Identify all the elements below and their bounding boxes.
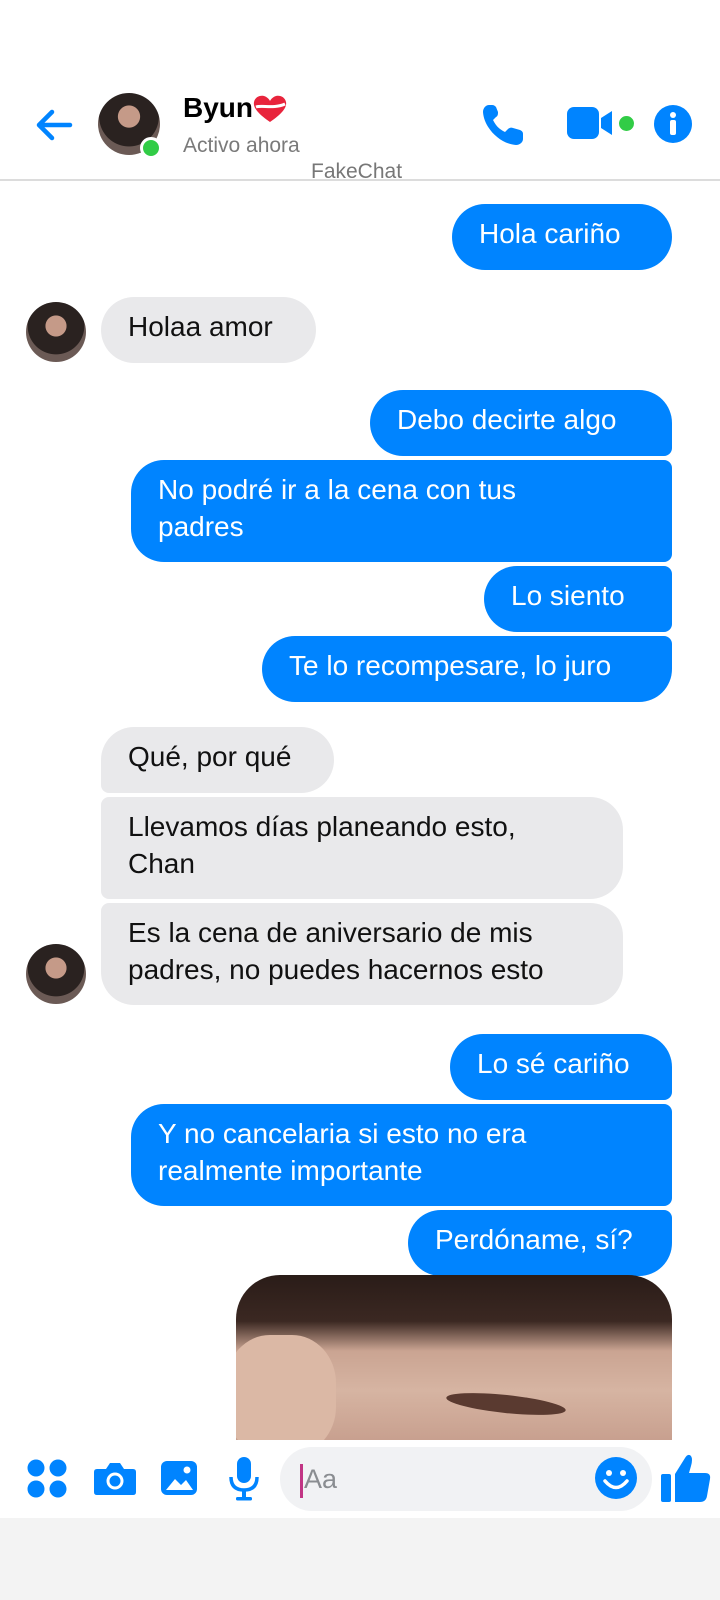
message-bubble-outgoing[interactable]: Y no cancelaria si esto no era realmente…	[131, 1104, 672, 1206]
text-caret	[300, 1463, 303, 1498]
message-bubble-outgoing[interactable]: Perdóname, sí?	[408, 1210, 672, 1276]
message-input-placeholder: Aa	[304, 1464, 338, 1494]
message-bubble-incoming[interactable]: Qué, por qué	[101, 727, 334, 793]
info-icon[interactable]	[653, 104, 693, 144]
video-call-icon[interactable]	[566, 106, 616, 140]
message-bubble-outgoing[interactable]: Lo siento	[484, 566, 672, 632]
message-bubble-outgoing[interactable]: Hola cariño	[452, 204, 672, 270]
thumbs-up-icon[interactable]	[660, 1452, 712, 1504]
message-bubble-incoming[interactable]: Es la cena de aniversario de mis padres,…	[101, 903, 623, 1005]
emoji-icon[interactable]	[594, 1456, 638, 1500]
message-bubble-outgoing[interactable]: No podré ir a la cena con tus padres	[131, 460, 672, 562]
message-bubble-incoming[interactable]: Llevamos días planeando esto, Chan	[101, 797, 623, 899]
chat-header: Byun Activo ahora FakeChat	[0, 0, 720, 183]
photo-message[interactable]	[236, 1275, 672, 1440]
camera-icon[interactable]	[93, 1455, 137, 1501]
online-indicator	[140, 137, 162, 159]
phone-icon[interactable]	[480, 102, 526, 148]
back-arrow-icon[interactable]	[30, 100, 80, 150]
contact-name[interactable]: Byun	[183, 92, 253, 124]
contact-avatar-small[interactable]	[26, 944, 86, 1004]
watermark: FakeChat	[311, 160, 403, 183]
message-bubble-outgoing[interactable]: Debo decirte algo	[370, 390, 672, 456]
video-active-dot	[619, 116, 634, 131]
message-bubble-outgoing[interactable]: Lo sé cariño	[450, 1034, 672, 1100]
gallery-icon[interactable]	[160, 1455, 198, 1501]
message-bubble-incoming[interactable]: Holaa amor	[101, 297, 316, 363]
photo-brow	[445, 1388, 567, 1420]
message-composer: Aa	[0, 1440, 720, 1518]
photo-hand	[236, 1335, 336, 1440]
apps-grid-icon[interactable]	[26, 1455, 68, 1501]
system-navigation-bar	[0, 1518, 720, 1600]
heart-icon	[253, 95, 287, 122]
microphone-icon[interactable]	[227, 1455, 261, 1501]
active-status: Activo ahora	[183, 134, 300, 157]
message-bubble-outgoing[interactable]: Te lo recompesare, lo juro	[262, 636, 672, 702]
contact-avatar-small[interactable]	[26, 302, 86, 362]
